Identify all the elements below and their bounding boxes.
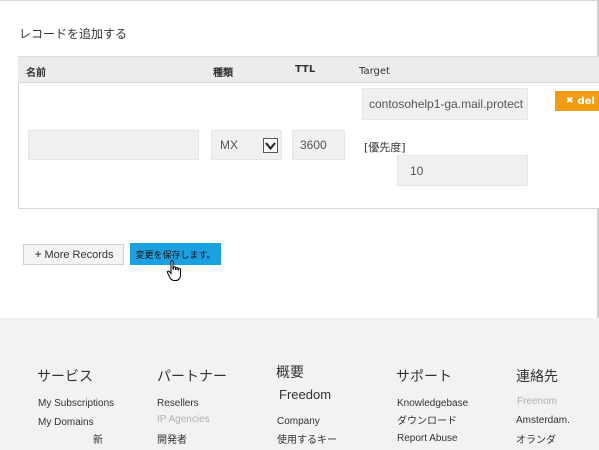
records-table-header: 名前 種類 TTL Target xyxy=(18,56,599,82)
footer-link[interactable]: 新 xyxy=(93,431,103,446)
footer-link[interactable]: Resellers xyxy=(157,398,199,409)
header-ttl: TTL xyxy=(295,64,316,75)
hand-cursor-icon xyxy=(166,260,181,281)
site-footer: サービス My Subscriptions My Domains 新 パートナー… xyxy=(0,318,599,450)
footer-link[interactable]: My Subscriptions xyxy=(38,398,114,409)
type-select[interactable]: MX xyxy=(211,130,282,160)
chevron-down-icon[interactable] xyxy=(263,138,278,153)
header-target: Target xyxy=(359,66,390,77)
footer-link[interactable]: Company xyxy=(277,416,320,427)
footer-link[interactable]: Knowledgebase xyxy=(397,398,468,409)
top-border xyxy=(0,0,599,1)
header-type: 種類 xyxy=(213,68,233,79)
type-select-value: MX xyxy=(220,138,238,152)
footer-heading: 概要 xyxy=(276,365,304,381)
plus-icon: + xyxy=(35,248,42,261)
footer-link[interactable]: ダウンロード xyxy=(397,412,457,427)
footer-heading: サポート xyxy=(396,369,452,385)
footer-link[interactable]: Amsterdam. xyxy=(516,415,570,426)
more-records-button[interactable]: + More Records xyxy=(23,244,124,265)
footer-link[interactable]: オランダ xyxy=(516,431,556,446)
target-input[interactable]: contosohelp1-ga.mail.protect xyxy=(362,88,528,120)
more-records-label: More Records xyxy=(44,248,114,261)
priority-input[interactable]: 10 xyxy=(397,155,528,186)
footer-link[interactable]: My Domains xyxy=(38,417,94,428)
name-input[interactable] xyxy=(28,130,199,160)
ttl-input[interactable]: 3600 xyxy=(292,130,345,160)
footer-link[interactable]: Report Abuse xyxy=(397,433,458,444)
delete-button[interactable]: ✖ del xyxy=(555,91,599,111)
footer-link[interactable]: Freedom xyxy=(279,387,331,402)
footer-heading: 連絡先 xyxy=(516,369,558,385)
footer-heading: パートナー xyxy=(157,369,227,385)
footer-link[interactable]: IP Agencies xyxy=(157,414,210,425)
close-icon: ✖ xyxy=(566,96,574,106)
footer-link[interactable]: 開発者 xyxy=(157,431,187,446)
header-name: 名前 xyxy=(26,68,46,79)
section-title: レコードを追加する xyxy=(19,27,128,41)
delete-label: del xyxy=(577,95,595,107)
footer-link[interactable]: Freenom xyxy=(517,396,557,407)
footer-link[interactable]: 使用するキー xyxy=(277,431,337,446)
priority-label: [優先度] xyxy=(364,141,406,154)
footer-heading: サービス xyxy=(37,369,93,385)
